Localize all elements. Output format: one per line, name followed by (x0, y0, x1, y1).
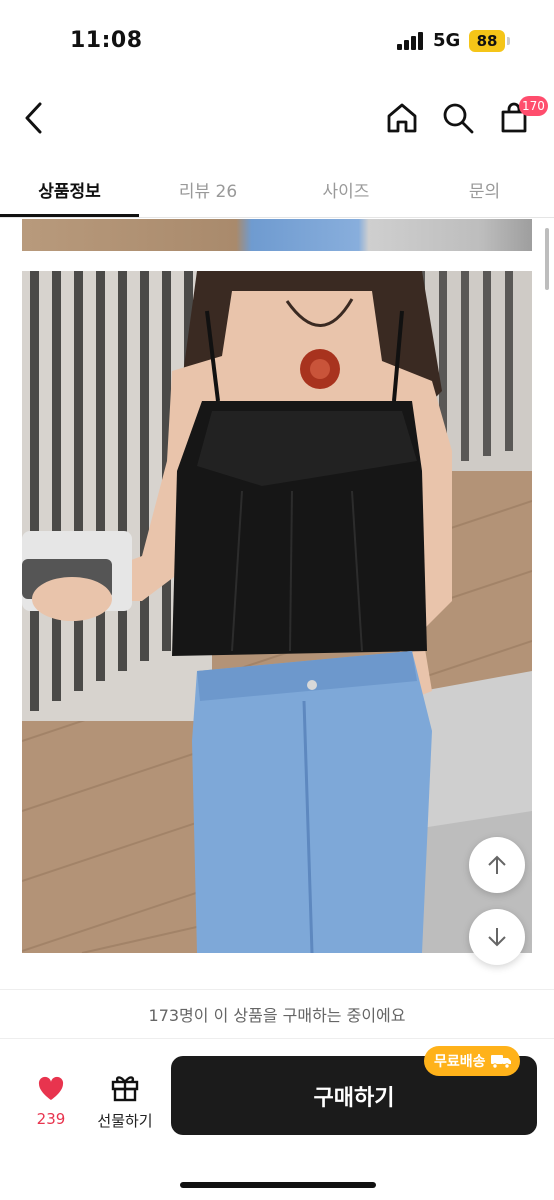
search-icon (443, 103, 474, 134)
battery-level: 88 (469, 30, 505, 52)
tab-inquiry[interactable]: 문의 (415, 160, 554, 218)
gift-label: 선물하기 (97, 1112, 153, 1130)
signal-icon (397, 32, 423, 50)
truck-icon (490, 1055, 511, 1069)
home-button[interactable] (382, 98, 422, 138)
tab-size[interactable]: 사이즈 (277, 160, 415, 218)
gift-icon (111, 1076, 139, 1102)
home-icon (387, 103, 417, 133)
scroll-down-button[interactable] (469, 909, 525, 965)
network-type: 5G (433, 30, 461, 51)
cart-count-badge: 170 (519, 96, 548, 116)
like-count: 239 (36, 1110, 66, 1128)
battery-cap (507, 37, 510, 45)
active-tab-indicator (0, 214, 139, 217)
heart-icon (38, 1076, 64, 1100)
tab-product-info[interactable]: 상품정보 (0, 160, 139, 218)
purchase-activity-banner: 173명이 이 상품을 구매하는 중이에요 (0, 989, 554, 1039)
arrow-up-icon (488, 855, 506, 874)
content-scrollbar[interactable] (545, 228, 549, 290)
back-icon (25, 102, 42, 134)
back-button[interactable] (14, 98, 54, 138)
status-time: 11:08 (70, 28, 143, 53)
tab-reviews[interactable]: 리뷰 26 (139, 160, 277, 218)
status-bar: 11:08 5G 88 (0, 0, 554, 84)
free-shipping-label: 무료배송 (434, 1054, 486, 1070)
product-tabs: 상품정보 리뷰 26 사이즈 문의 (0, 160, 554, 218)
like-button[interactable]: 239 (28, 1076, 74, 1128)
home-indicator[interactable] (180, 1182, 376, 1188)
free-shipping-badge: 무료배송 (424, 1046, 520, 1076)
scroll-up-button[interactable] (469, 837, 525, 893)
nav-bar (0, 84, 554, 154)
product-photo (22, 271, 532, 953)
arrow-down-icon (488, 928, 506, 947)
gift-button[interactable]: 선물하기 (90, 1072, 160, 1131)
previous-product-image (22, 219, 532, 251)
search-button[interactable] (438, 98, 478, 138)
